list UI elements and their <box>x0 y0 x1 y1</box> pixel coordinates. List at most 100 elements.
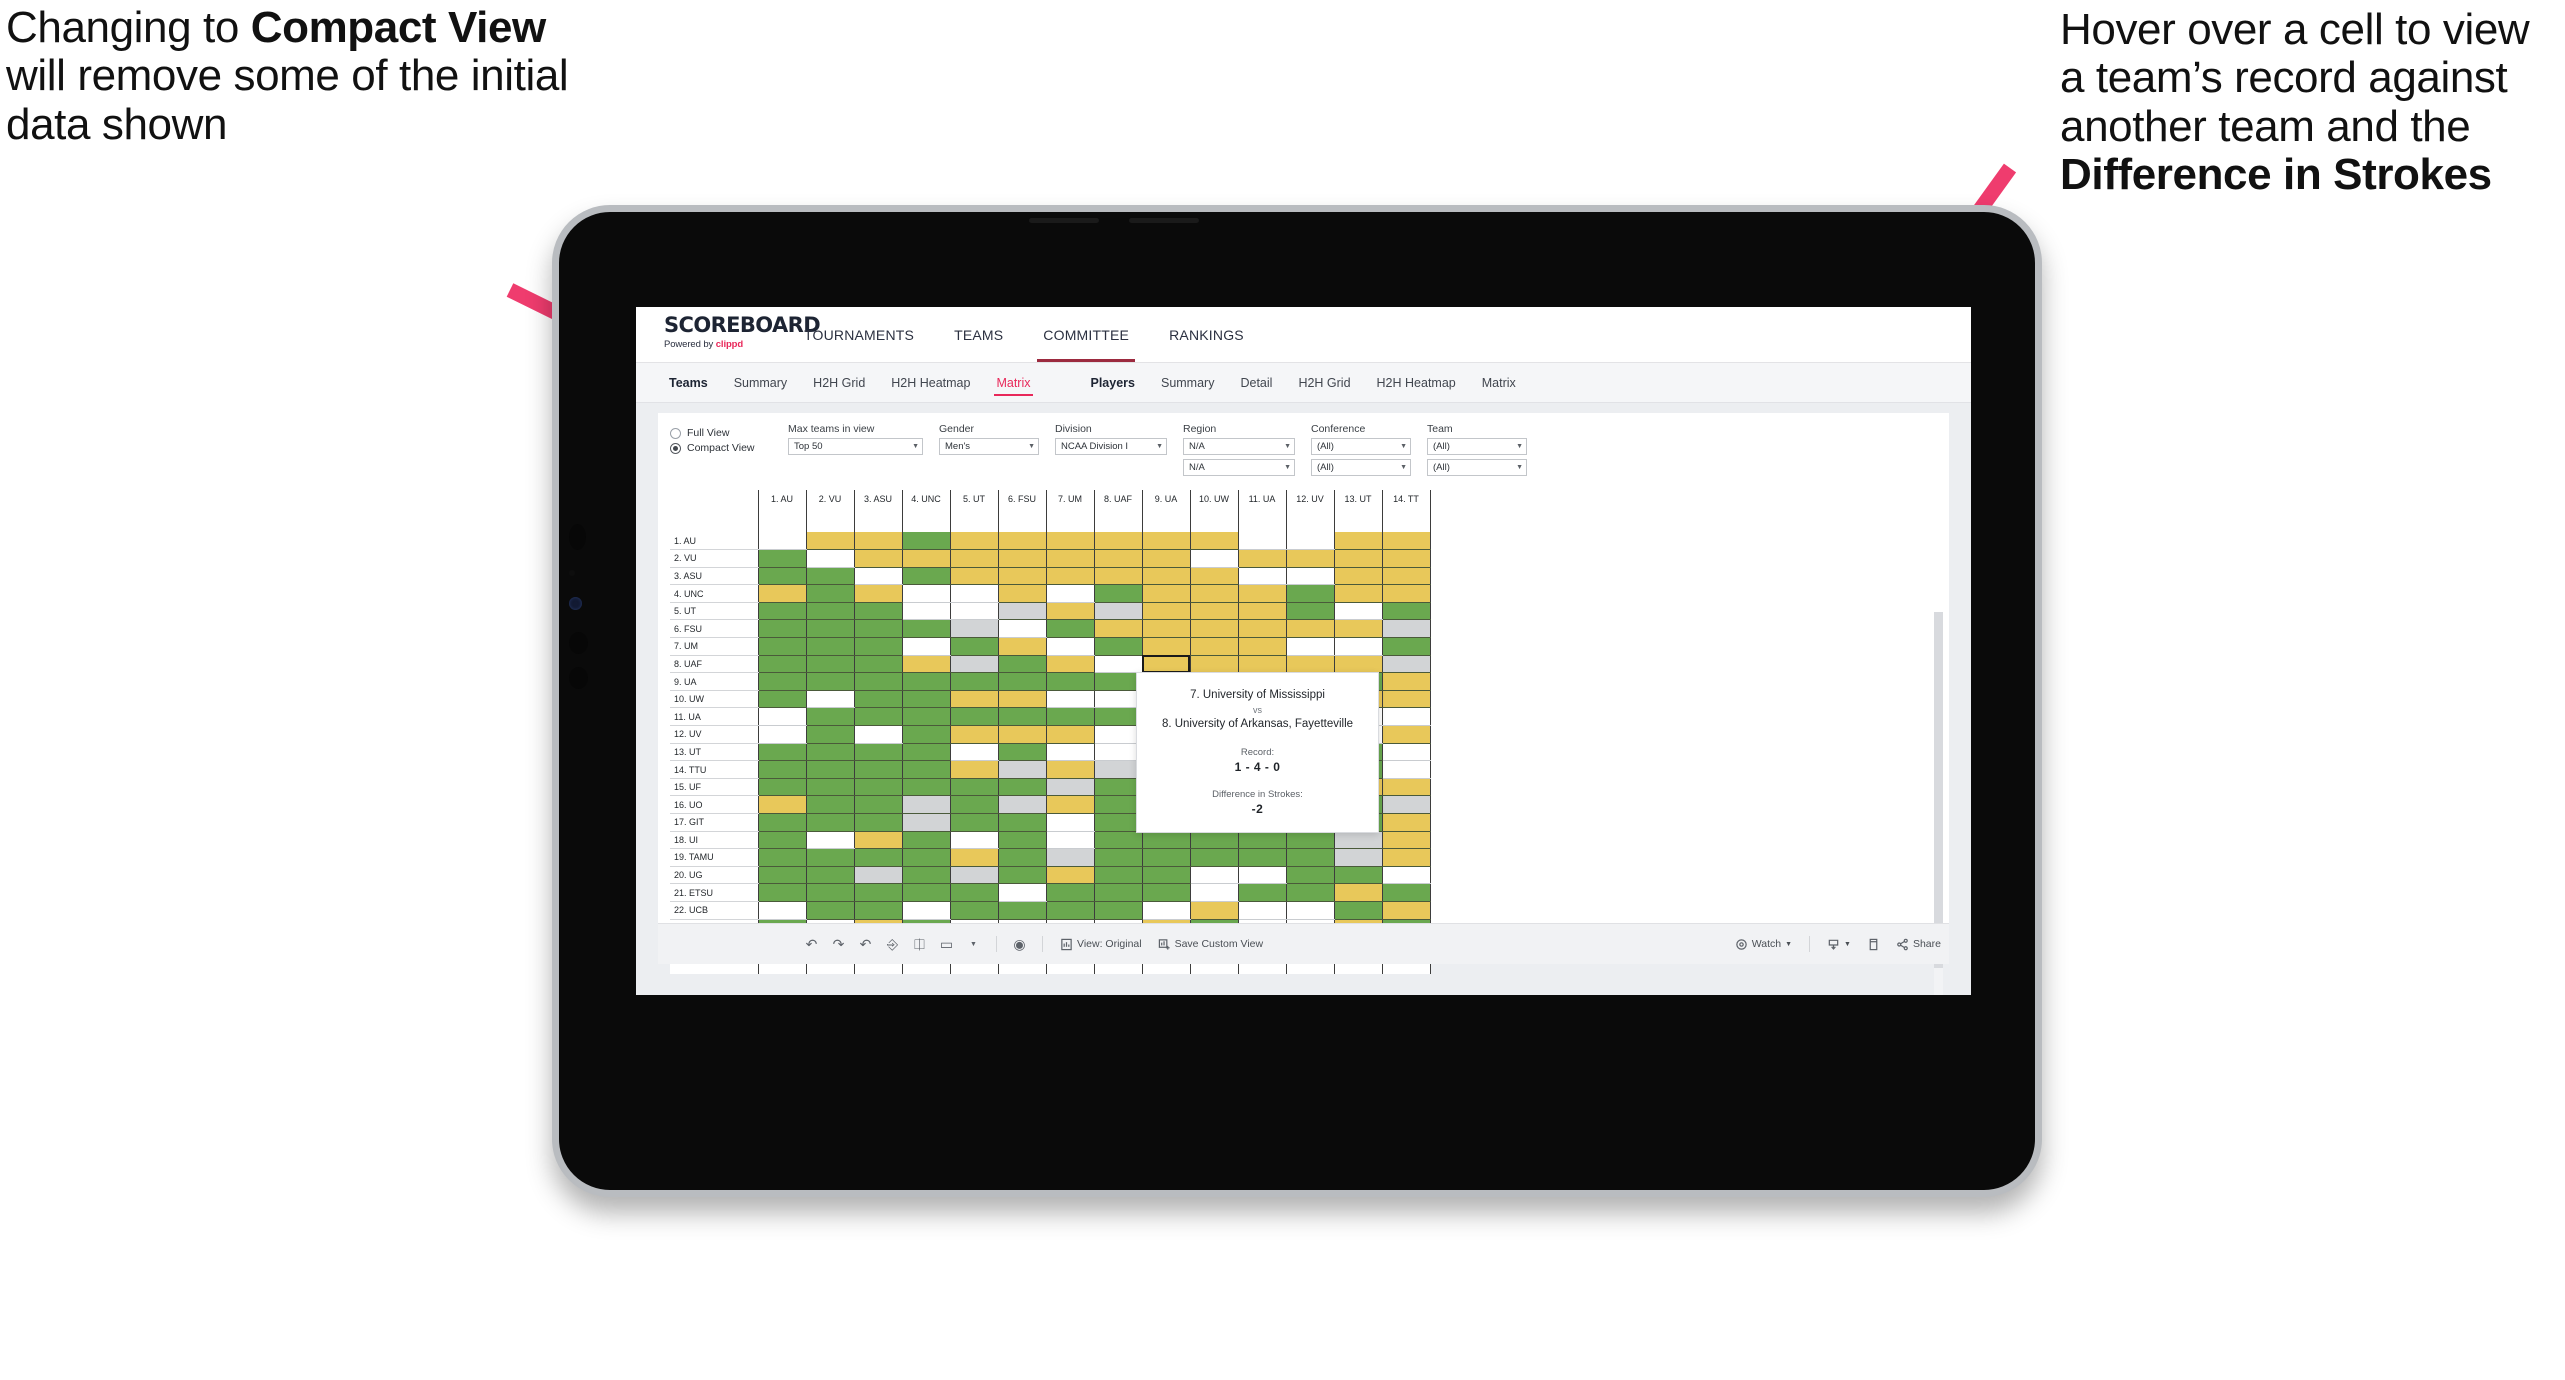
device-layout-button[interactable] <box>1859 938 1888 951</box>
matrix-cell-5-4[interactable] <box>902 602 951 621</box>
matrix-cell-22-6[interactable] <box>998 901 1047 920</box>
matrix-cell-6-8[interactable] <box>1094 619 1143 639</box>
matrix-cell-22-4[interactable] <box>902 901 951 920</box>
matrix-cell-17-8[interactable] <box>1094 813 1143 832</box>
matrix-cell-2-11[interactable] <box>1238 549 1287 568</box>
matrix-cell-2-14[interactable] <box>1382 549 1431 568</box>
matrix-cell-1-13[interactable] <box>1334 532 1383 551</box>
matrix-row-header-5[interactable]: 5. UT <box>670 602 759 621</box>
matrix-cell-13-2[interactable] <box>806 743 855 762</box>
matrix-cell-22-11[interactable] <box>1238 901 1287 920</box>
matrix-cell-16-3[interactable] <box>854 795 903 814</box>
matrix-cell-11-8[interactable] <box>1094 707 1143 727</box>
matrix-cell-9-14[interactable] <box>1382 672 1431 691</box>
matrix-cell-9-8[interactable] <box>1094 672 1143 691</box>
matrix-col-header-3[interactable]: 3. ASU <box>854 490 903 532</box>
matrix-cell-6-2[interactable] <box>806 619 855 639</box>
matrix-cell-11-2[interactable] <box>806 707 855 727</box>
matrix-cell-21-1[interactable] <box>758 883 807 902</box>
matrix-cell-6-1[interactable] <box>758 619 807 639</box>
matrix-cell-8-9[interactable] <box>1142 655 1191 674</box>
matrix-cell-19-4[interactable] <box>902 848 951 867</box>
filter-region-select[interactable]: N/A ▼ <box>1183 438 1295 455</box>
matrix-cell-15-8[interactable] <box>1094 778 1143 797</box>
matrix-cell-3-14[interactable] <box>1382 567 1431 586</box>
matrix-cell-3-12[interactable] <box>1286 567 1335 586</box>
matrix-cell-21-11[interactable] <box>1238 883 1287 902</box>
matrix-cell-14-2[interactable] <box>806 760 855 779</box>
matrix-cell-2-10[interactable] <box>1190 549 1239 568</box>
matrix-cell-7-13[interactable] <box>1334 637 1383 656</box>
matrix-cell-1-10[interactable] <box>1190 532 1239 551</box>
matrix-col-header-10[interactable]: 10. UW <box>1190 490 1239 532</box>
filter-team-select[interactable]: (All) ▼ <box>1427 438 1527 455</box>
matrix-cell-21-9[interactable] <box>1142 883 1191 902</box>
matrix-row-header-21[interactable]: 21. ETSU <box>670 883 759 902</box>
matrix-cell-1-12[interactable] <box>1286 532 1335 551</box>
matrix-cell-15-2[interactable] <box>806 778 855 797</box>
filter-conference-select[interactable]: (All) ▼ <box>1311 438 1411 455</box>
matrix-cell-6-4[interactable] <box>902 619 951 639</box>
matrix-cell-8-1[interactable] <box>758 655 807 674</box>
matrix-cell-19-12[interactable] <box>1286 848 1335 867</box>
matrix-cell-2-5[interactable] <box>950 549 999 568</box>
matrix-cell-2-2[interactable] <box>806 549 855 568</box>
matrix-cell-11-14[interactable] <box>1382 707 1431 727</box>
filter-max-teams-select[interactable]: Top 50 ▼ <box>788 438 923 455</box>
matrix-cell-18-4[interactable] <box>902 831 951 850</box>
matrix-cell-21-3[interactable] <box>854 883 903 902</box>
matrix-cell-22-13[interactable] <box>1334 901 1383 920</box>
matrix-row-header-14[interactable]: 14. TTU <box>670 760 759 779</box>
matrix-cell-8-7[interactable] <box>1046 655 1095 674</box>
matrix-cell-16-6[interactable] <box>998 795 1047 814</box>
matrix-cell-3-8[interactable] <box>1094 567 1143 586</box>
matrix-cell-13-8[interactable] <box>1094 743 1143 762</box>
matrix-cell-20-7[interactable] <box>1046 866 1095 885</box>
matrix-cell-3-6[interactable] <box>998 567 1047 586</box>
highlight-icon[interactable]: ◉ <box>1006 936 1033 953</box>
matrix-cell-19-10[interactable] <box>1190 848 1239 867</box>
topnav-item-teams[interactable]: TEAMS <box>934 307 1023 362</box>
matrix-cell-16-4[interactable] <box>902 795 951 814</box>
matrix-cell-1-11[interactable] <box>1238 532 1287 551</box>
matrix-cell-13-4[interactable] <box>902 743 951 762</box>
matrix-cell-6-12[interactable] <box>1286 619 1335 639</box>
matrix-cell-11-4[interactable] <box>902 707 951 727</box>
matrix-cell-3-10[interactable] <box>1190 567 1239 586</box>
matrix-cell-4-14[interactable] <box>1382 584 1431 603</box>
matrix-cell-3-4[interactable] <box>902 567 951 586</box>
matrix-cell-18-8[interactable] <box>1094 831 1143 850</box>
matrix-cell-2-6[interactable] <box>998 549 1047 568</box>
matrix-col-header-9[interactable]: 9. UA <box>1142 490 1191 532</box>
matrix-cell-18-2[interactable] <box>806 831 855 850</box>
matrix-cell-7-12[interactable] <box>1286 637 1335 656</box>
matrix-row-header-6[interactable]: 6. FSU <box>670 619 759 639</box>
matrix-cell-17-6[interactable] <box>998 813 1047 832</box>
matrix-cell-6-11[interactable] <box>1238 619 1287 639</box>
matrix-cell-15-3[interactable] <box>854 778 903 797</box>
matrix-cell-10-7[interactable] <box>1046 690 1095 709</box>
matrix-cell-3-1[interactable] <box>758 567 807 586</box>
matrix-cell-9-5[interactable] <box>950 672 999 691</box>
matrix-cell-7-8[interactable] <box>1094 637 1143 656</box>
matrix-cell-1-8[interactable] <box>1094 532 1143 551</box>
matrix-cell-8-11[interactable] <box>1238 655 1287 674</box>
matrix-cell-21-13[interactable] <box>1334 883 1383 902</box>
matrix-cell-4-7[interactable] <box>1046 584 1095 603</box>
matrix-row-header-22[interactable]: 22. UCB <box>670 901 759 920</box>
matrix-cell-20-10[interactable] <box>1190 866 1239 885</box>
matrix-cell-20-6[interactable] <box>998 866 1047 885</box>
matrix-cell-14-5[interactable] <box>950 760 999 779</box>
matrix-cell-21-12[interactable] <box>1286 883 1335 902</box>
matrix-cell-12-3[interactable] <box>854 725 903 744</box>
matrix-cell-10-8[interactable] <box>1094 690 1143 709</box>
fit-icon[interactable]: ▭ <box>933 936 960 953</box>
matrix-cell-7-3[interactable] <box>854 637 903 656</box>
matrix-cell-18-14[interactable] <box>1382 831 1431 850</box>
matrix-cell-13-1[interactable] <box>758 743 807 762</box>
matrix-cell-5-2[interactable] <box>806 602 855 621</box>
matrix-cell-1-9[interactable] <box>1142 532 1191 551</box>
radio-full-view[interactable]: Full View <box>670 427 788 439</box>
matrix-cell-5-13[interactable] <box>1334 602 1383 621</box>
matrix-row-header-1[interactable]: 1. AU <box>670 532 759 551</box>
